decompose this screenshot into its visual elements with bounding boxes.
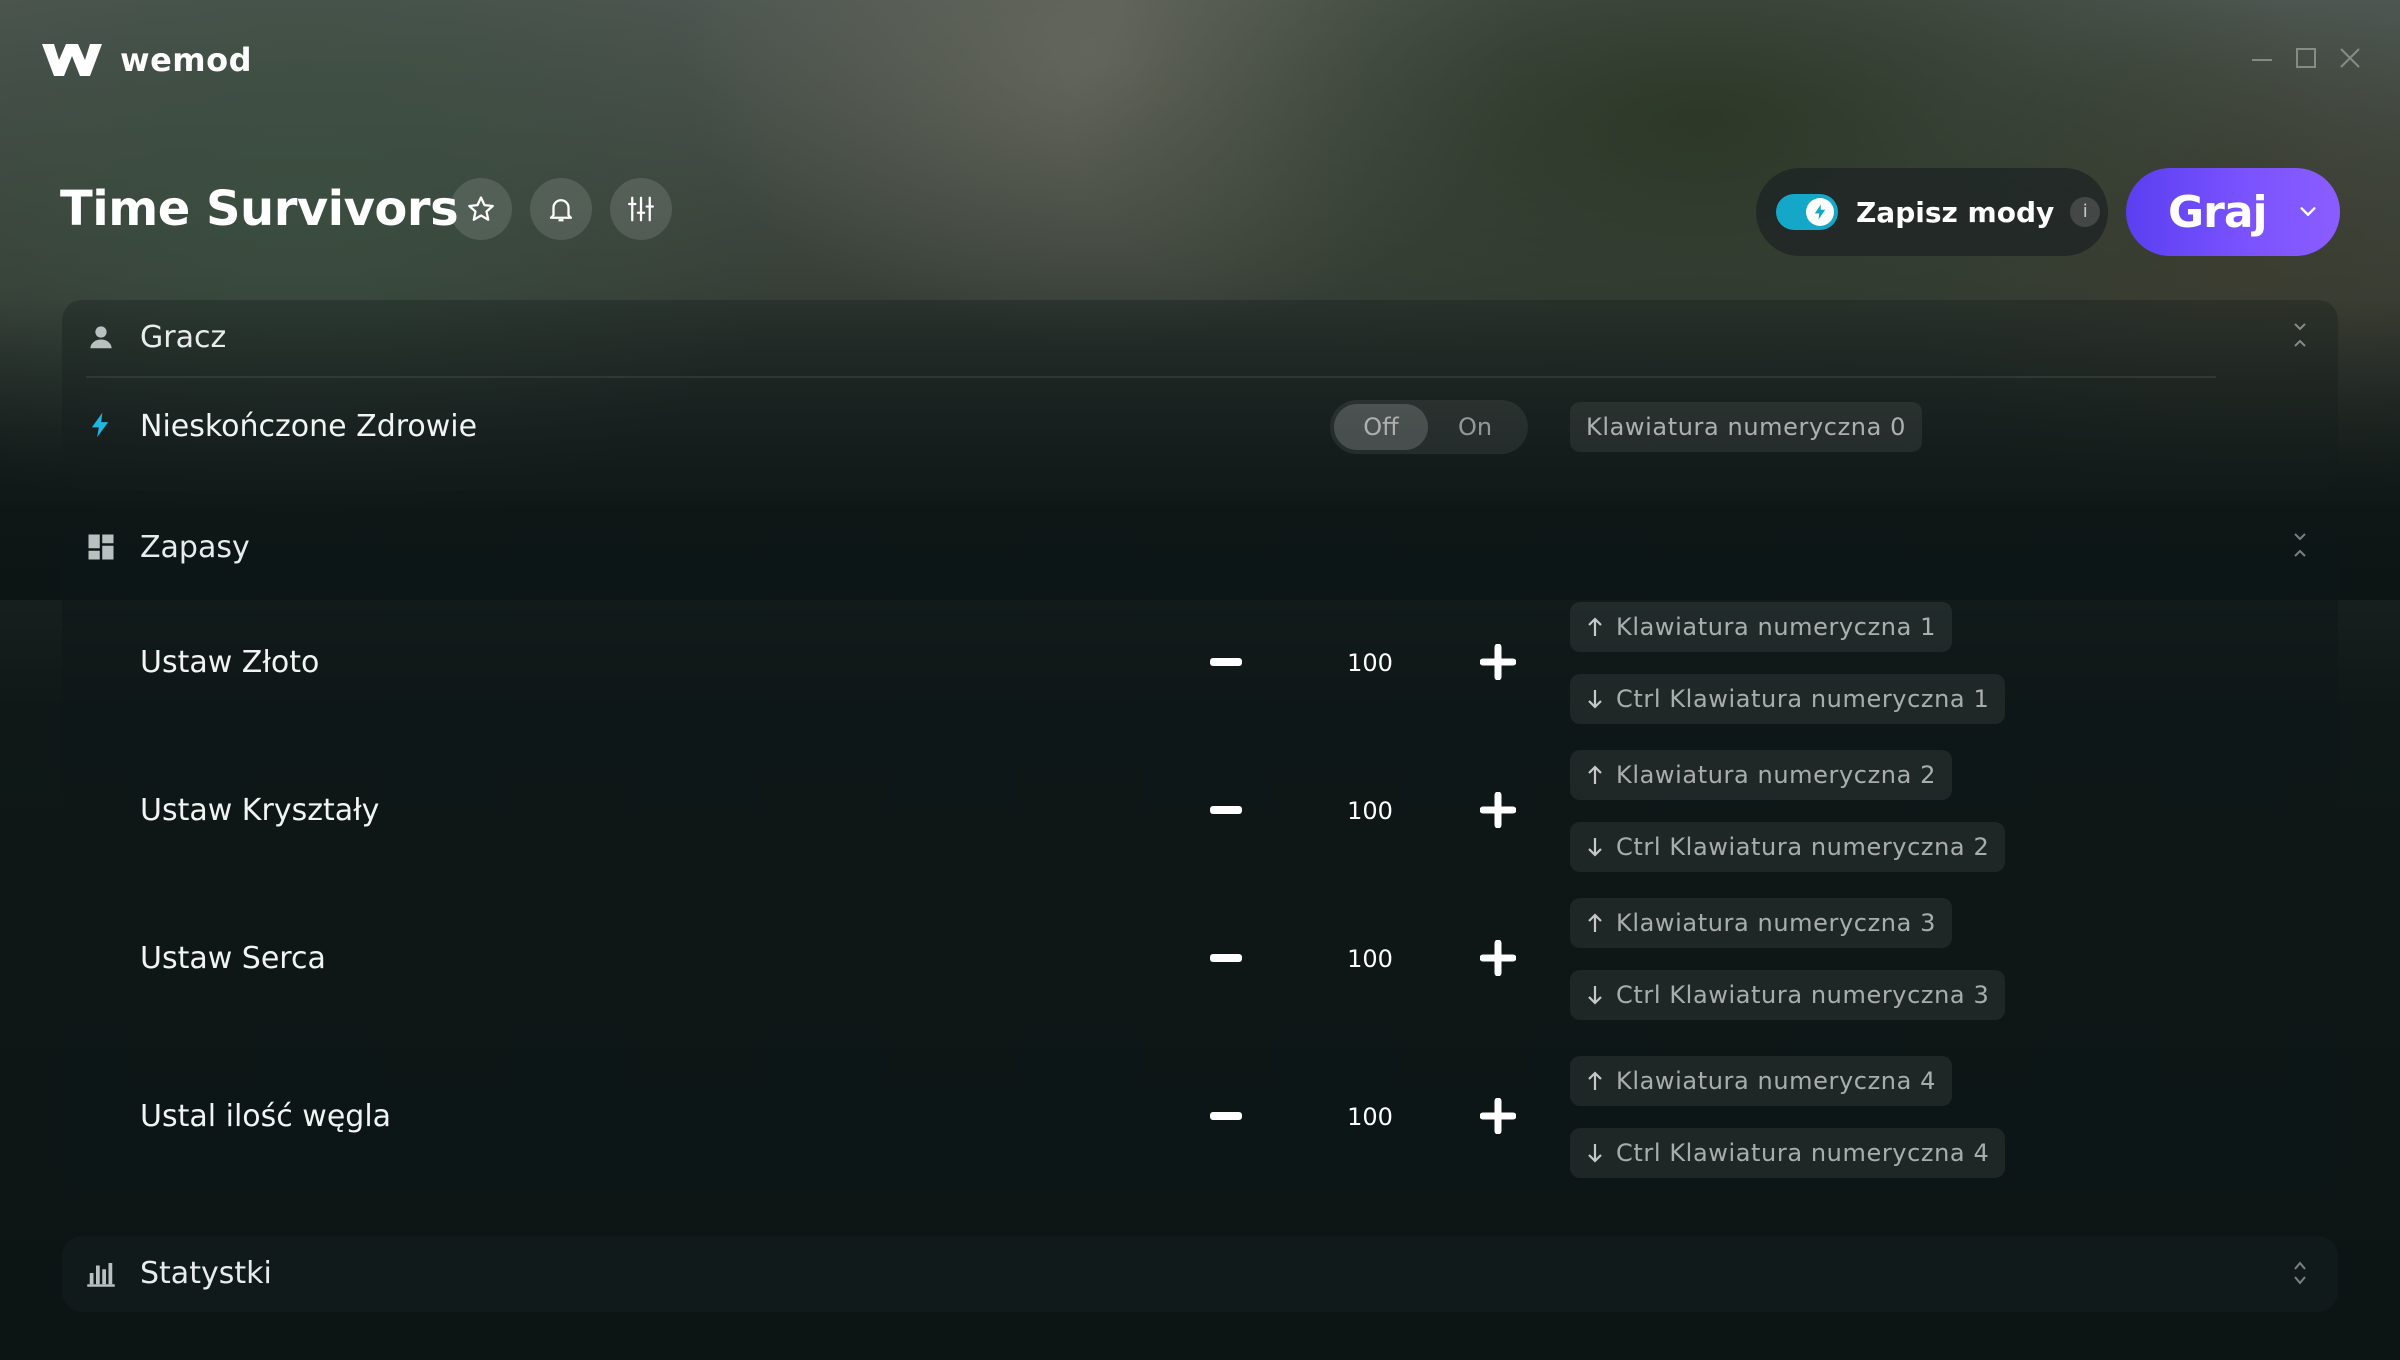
arrow-down-icon	[1588, 986, 1602, 1005]
hotkey-decrease[interactable]: Ctrl Klawiatura numeryczna 4	[1570, 1128, 2006, 1178]
save-mods-control[interactable]: Zapisz mody i	[1756, 168, 2108, 256]
arrow-down-icon	[1588, 1144, 1602, 1163]
toggle-on-option[interactable]: On	[1428, 404, 1522, 450]
bolt-icon	[1806, 198, 1834, 226]
star-icon	[468, 196, 494, 221]
save-mods-toggle[interactable]	[1776, 194, 1838, 230]
wemod-logo-icon	[42, 44, 102, 76]
section-title-stats: Statystki	[140, 1256, 272, 1291]
arrow-up-icon	[1588, 1071, 1602, 1090]
increase-button[interactable]	[1480, 792, 1516, 828]
play-button[interactable]: Graj	[2126, 168, 2340, 256]
cheat-label: Ustaw Złoto	[140, 645, 320, 680]
value-field[interactable]: 100	[1330, 1102, 1410, 1132]
game-title: Time Survivors	[60, 181, 459, 237]
favorite-button[interactable]	[450, 178, 512, 240]
hotkey-label: Ctrl Klawiatura numeryczna 1	[1616, 685, 1990, 713]
user-icon	[90, 326, 112, 349]
arrow-up-icon	[1588, 617, 1602, 636]
app-name: wemod	[120, 41, 252, 79]
hotkey-label: Klawiatura numeryczna 0	[1586, 413, 1906, 441]
hotkey-label: Ctrl Klawiatura numeryczna 4	[1616, 1139, 1990, 1167]
bell-icon	[549, 199, 573, 222]
section-title-inventory: Zapasy	[140, 530, 250, 565]
hotkey-badge[interactable]: Klawiatura numeryczna 0	[1570, 402, 1922, 452]
decrease-button[interactable]	[1210, 658, 1242, 666]
decrease-button[interactable]	[1210, 1112, 1242, 1120]
save-mods-label: Zapisz mody	[1856, 195, 2055, 229]
bar-chart-icon	[87, 1263, 115, 1287]
toggle-off-option[interactable]: Off	[1334, 404, 1428, 450]
cheat-label: Ustal ilość węgla	[140, 1099, 392, 1134]
player-section	[62, 300, 2338, 490]
value-field[interactable]: 100	[1330, 796, 1410, 826]
hotkey-decrease[interactable]: Ctrl Klawiatura numeryczna 3	[1570, 970, 2006, 1020]
notifications-button[interactable]	[530, 178, 592, 240]
info-icon[interactable]: i	[2070, 197, 2101, 227]
hotkey-increase[interactable]: Klawiatura numeryczna 2	[1570, 750, 1952, 800]
cheat-label: Ustaw Kryształy	[140, 793, 380, 828]
hotkey-decrease[interactable]: Ctrl Klawiatura numeryczna 2	[1570, 822, 2006, 872]
hotkey-increase[interactable]: Klawiatura numeryczna 1	[1570, 602, 1952, 652]
bolt-icon	[91, 412, 109, 438]
arrow-down-icon	[1588, 690, 1602, 709]
collapse-icon[interactable]	[2288, 320, 2312, 350]
settings-button[interactable]	[610, 178, 672, 240]
increase-button[interactable]	[1480, 644, 1516, 680]
hotkey-label: Klawiatura numeryczna 3	[1616, 909, 1936, 937]
section-title-player: Gracz	[140, 320, 227, 355]
chevron-down-icon[interactable]	[2297, 201, 2319, 223]
hotkey-increase[interactable]: Klawiatura numeryczna 4	[1570, 1056, 1952, 1106]
arrow-up-icon	[1588, 765, 1602, 784]
hotkey-label: Klawiatura numeryczna 4	[1616, 1067, 1936, 1095]
hotkey-label: Ctrl Klawiatura numeryczna 2	[1616, 833, 1990, 861]
hotkey-decrease[interactable]: Ctrl Klawiatura numeryczna 1	[1570, 674, 2006, 724]
section-divider	[86, 376, 2216, 378]
arrow-down-icon	[1588, 838, 1602, 857]
play-label: Graj	[2168, 186, 2268, 238]
collapse-icon[interactable]	[2288, 530, 2312, 560]
sliders-icon	[628, 196, 654, 222]
cheat-toggle[interactable]: Off On	[1330, 400, 1528, 454]
close-icon[interactable]	[2336, 44, 2364, 72]
stats-section[interactable]	[62, 1236, 2338, 1312]
arrow-up-icon	[1588, 913, 1602, 932]
increase-button[interactable]	[1480, 940, 1516, 976]
minimize-icon[interactable]	[2248, 44, 2276, 72]
value-field[interactable]: 100	[1330, 944, 1410, 974]
hotkey-label: Ctrl Klawiatura numeryczna 3	[1616, 981, 1990, 1009]
expand-icon[interactable]	[2288, 1258, 2312, 1288]
decrease-button[interactable]	[1210, 806, 1242, 814]
cheat-label: Nieskończone Zdrowie	[140, 409, 478, 444]
cheat-label: Ustaw Serca	[140, 941, 326, 976]
maximize-icon[interactable]	[2292, 44, 2320, 72]
hotkey-increase[interactable]: Klawiatura numeryczna 3	[1570, 898, 1952, 948]
value-field[interactable]: 100	[1330, 648, 1410, 678]
decrease-button[interactable]	[1210, 954, 1242, 962]
increase-button[interactable]	[1480, 1098, 1516, 1134]
hotkey-label: Klawiatura numeryczna 1	[1616, 613, 1936, 641]
grid-icon	[88, 534, 114, 560]
hotkey-label: Klawiatura numeryczna 2	[1616, 761, 1936, 789]
